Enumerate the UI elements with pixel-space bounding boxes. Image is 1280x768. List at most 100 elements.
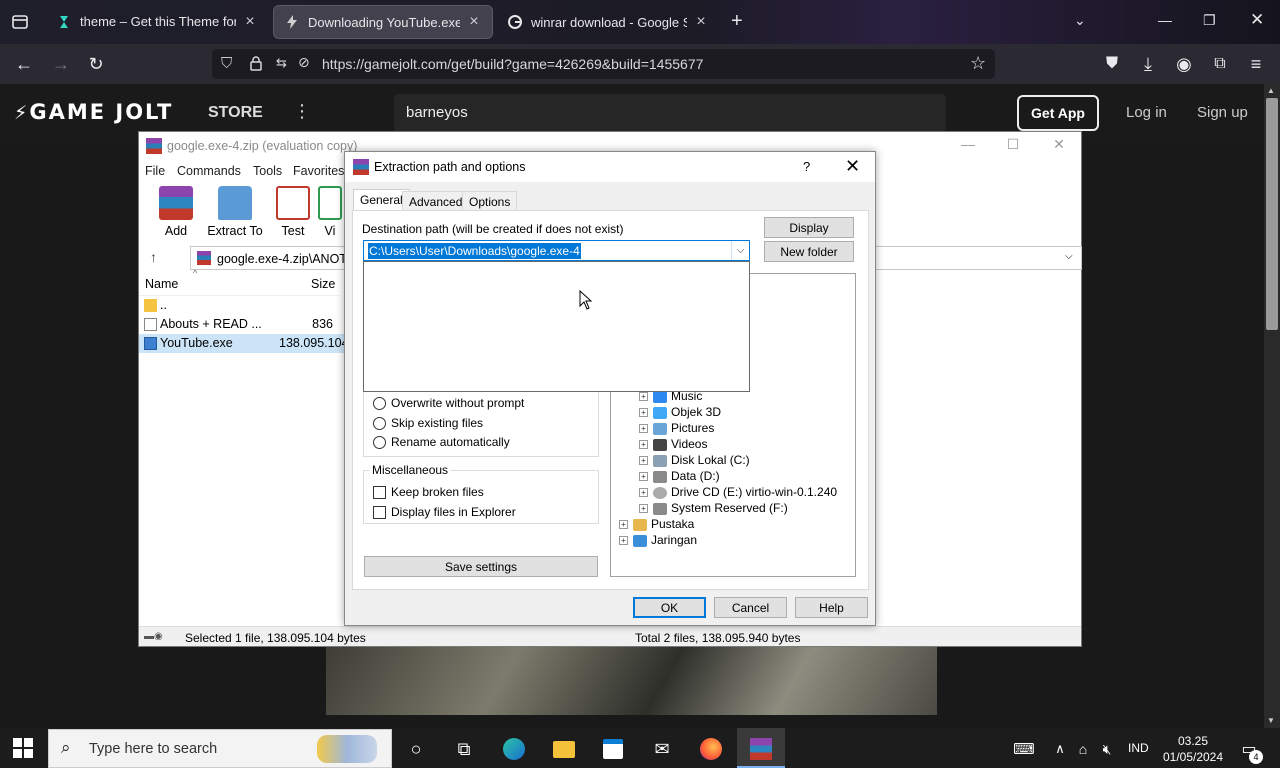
cancel-button[interactable]: Cancel xyxy=(714,597,787,618)
forward-icon[interactable]: → xyxy=(50,53,72,75)
reload-icon[interactable]: ↻ xyxy=(85,53,107,75)
expand-icon[interactable]: + xyxy=(639,488,648,498)
tab-advanced[interactable]: Advanced xyxy=(402,191,470,211)
test-button[interactable]: Test xyxy=(263,186,323,238)
network-icon[interactable]: ⌂ xyxy=(1070,736,1096,762)
radio-button[interactable] xyxy=(373,396,386,410)
expand-icon[interactable]: + xyxy=(639,456,648,466)
no-camera-icon[interactable]: ⊘ xyxy=(298,54,310,71)
menu-file[interactable]: File xyxy=(145,164,165,178)
lock-icon[interactable] xyxy=(249,55,263,74)
downloads-icon[interactable]: ⤓ xyxy=(1137,53,1159,75)
browser-tab-google[interactable]: winrar download - Google Sear × xyxy=(497,5,719,39)
touch-keyboard-icon[interactable]: ⌨ xyxy=(1011,736,1037,762)
dialog-close-icon[interactable]: ✕ xyxy=(845,156,860,177)
edge-icon[interactable] xyxy=(501,736,527,762)
signup-link[interactable]: Sign up xyxy=(1197,104,1248,121)
overwrite-without-prompt-radio[interactable]: Overwrite without prompt xyxy=(373,396,524,410)
maximize-icon[interactable]: ☐ xyxy=(1002,136,1024,153)
radio-button[interactable] xyxy=(373,435,386,449)
tree-node-pustaka[interactable]: + Pustaka xyxy=(619,517,694,531)
browser-tab-downloading[interactable]: Downloading YouTube.exe (Ga × xyxy=(273,5,493,39)
chevron-down-icon[interactable]: ⌄ xyxy=(1074,12,1086,29)
window-close-icon[interactable]: ✕ xyxy=(1250,10,1264,30)
rename-automatically-radio[interactable]: Rename automatically xyxy=(373,435,510,449)
close-icon[interactable]: × xyxy=(693,13,709,31)
browser-tab-theme[interactable]: theme – Get this Theme for 🦊 × xyxy=(46,5,268,39)
taskbar-clock[interactable]: 03.25 01/05/2024 xyxy=(1160,733,1226,765)
store-link[interactable]: STORE xyxy=(208,104,263,122)
scroll-up-icon[interactable]: ▲ xyxy=(1267,86,1275,95)
tree-node-disk-c[interactable]: + Disk Lokal (C:) xyxy=(639,453,750,467)
extract-to-button[interactable]: Extract To xyxy=(205,186,265,238)
tree-node-drive-cd-e[interactable]: + Drive CD (E:) virtio-win-0.1.240 xyxy=(639,485,837,499)
account-icon[interactable]: ◉ xyxy=(1173,53,1195,75)
tree-node-jaringan[interactable]: + Jaringan xyxy=(619,533,697,547)
keep-broken-files-checkbox[interactable]: Keep broken files xyxy=(373,485,484,499)
new-tab-button[interactable]: + xyxy=(731,10,743,33)
volume-muted-icon[interactable]: 🔇︎ xyxy=(1094,736,1120,762)
destination-path-value[interactable]: C:\Users\User\Downloads\google.exe-4 xyxy=(368,243,581,259)
tree-node-objek-3d[interactable]: + Objek 3D xyxy=(639,405,721,419)
scrollbar-thumb[interactable] xyxy=(1266,98,1278,330)
minimize-icon[interactable]: — xyxy=(1158,12,1172,28)
radio-button[interactable] xyxy=(373,416,386,430)
back-icon[interactable]: ← xyxy=(13,53,35,75)
expand-icon[interactable]: + xyxy=(639,504,648,514)
extensions-icon[interactable]: ⧉ xyxy=(1209,53,1231,75)
expand-icon[interactable]: + xyxy=(619,536,628,546)
column-name[interactable]: Name xyxy=(145,277,178,291)
windows-start-icon[interactable] xyxy=(13,738,33,758)
window-close-icon[interactable]: ✕ xyxy=(1048,136,1070,153)
menu-favorites[interactable]: Favorites xyxy=(293,164,344,178)
chevron-down-icon[interactable]: ⌵ xyxy=(731,241,749,260)
language-indicator[interactable]: IND xyxy=(1128,741,1149,755)
winrar-taskbar-icon[interactable] xyxy=(748,736,774,762)
minimize-icon[interactable]: — xyxy=(957,136,979,152)
tab-options[interactable]: Options xyxy=(462,191,518,211)
pocket-icon[interactable]: ⛊ xyxy=(1101,53,1123,75)
bookmark-star-icon[interactable]: ☆ xyxy=(970,53,986,74)
expand-icon[interactable]: + xyxy=(639,392,648,402)
file-row-parent[interactable]: .. xyxy=(139,296,349,315)
display-files-in-explorer-checkbox[interactable]: Display files in Explorer xyxy=(373,505,516,519)
display-button[interactable]: Display xyxy=(764,217,854,238)
file-explorer-icon[interactable] xyxy=(551,736,577,762)
tree-node-pictures[interactable]: + Pictures xyxy=(639,421,714,435)
mail-icon[interactable]: ✉ xyxy=(649,736,675,762)
url-text[interactable]: https://gamejolt.com/get/build?game=4262… xyxy=(322,56,703,72)
chevron-down-icon[interactable]: ⌵ xyxy=(1065,251,1073,262)
column-size[interactable]: Size xyxy=(311,277,335,291)
get-app-button[interactable]: Get App xyxy=(1017,95,1099,131)
more-menu-icon[interactable]: ⋮ xyxy=(293,101,311,122)
tab-list-icon[interactable] xyxy=(9,11,31,33)
gamejolt-logo[interactable]: ⚡GAME JOLT xyxy=(14,100,173,124)
checkbox[interactable] xyxy=(373,505,386,519)
firefox-icon[interactable] xyxy=(698,736,724,762)
help-button[interactable]: Help xyxy=(795,597,868,618)
expand-icon[interactable]: + xyxy=(639,440,648,450)
menu-tools[interactable]: Tools xyxy=(253,164,282,178)
tree-node-system-reserved-f[interactable]: + System Reserved (F:) xyxy=(639,501,788,515)
skip-existing-files-radio[interactable]: Skip existing files xyxy=(373,416,483,430)
close-icon[interactable]: × xyxy=(242,13,258,31)
gamejolt-search-input[interactable]: barneyos xyxy=(394,94,946,132)
shield-icon[interactable]: ⛉ xyxy=(221,55,232,72)
up-arrow-icon[interactable]: ↑ xyxy=(150,249,157,265)
task-view-icon[interactable]: ⧉ xyxy=(451,736,477,762)
add-button[interactable]: Add xyxy=(146,186,206,238)
tree-node-data-d[interactable]: + Data (D:) xyxy=(639,469,720,483)
url-bar[interactable]: ⛉ ⇆ ⊘ https://gamejolt.com/get/build?gam… xyxy=(212,49,995,79)
help-icon[interactable]: ? xyxy=(803,159,810,174)
file-row-abouts[interactable]: Abouts + READ ... 836 xyxy=(139,315,349,334)
expand-icon[interactable]: + xyxy=(619,520,628,530)
menu-commands[interactable]: Commands xyxy=(177,164,241,178)
ok-button[interactable]: OK xyxy=(633,597,706,618)
expand-icon[interactable]: + xyxy=(639,424,648,434)
menu-icon[interactable]: ≡ xyxy=(1245,53,1267,75)
taskbar-search-box[interactable]: ⌕ Type here to search xyxy=(48,729,392,768)
save-settings-button[interactable]: Save settings xyxy=(364,556,598,577)
scroll-down-icon[interactable]: ▼ xyxy=(1267,716,1275,725)
expand-icon[interactable]: + xyxy=(639,472,648,482)
video-thumbnail[interactable] xyxy=(326,647,937,715)
